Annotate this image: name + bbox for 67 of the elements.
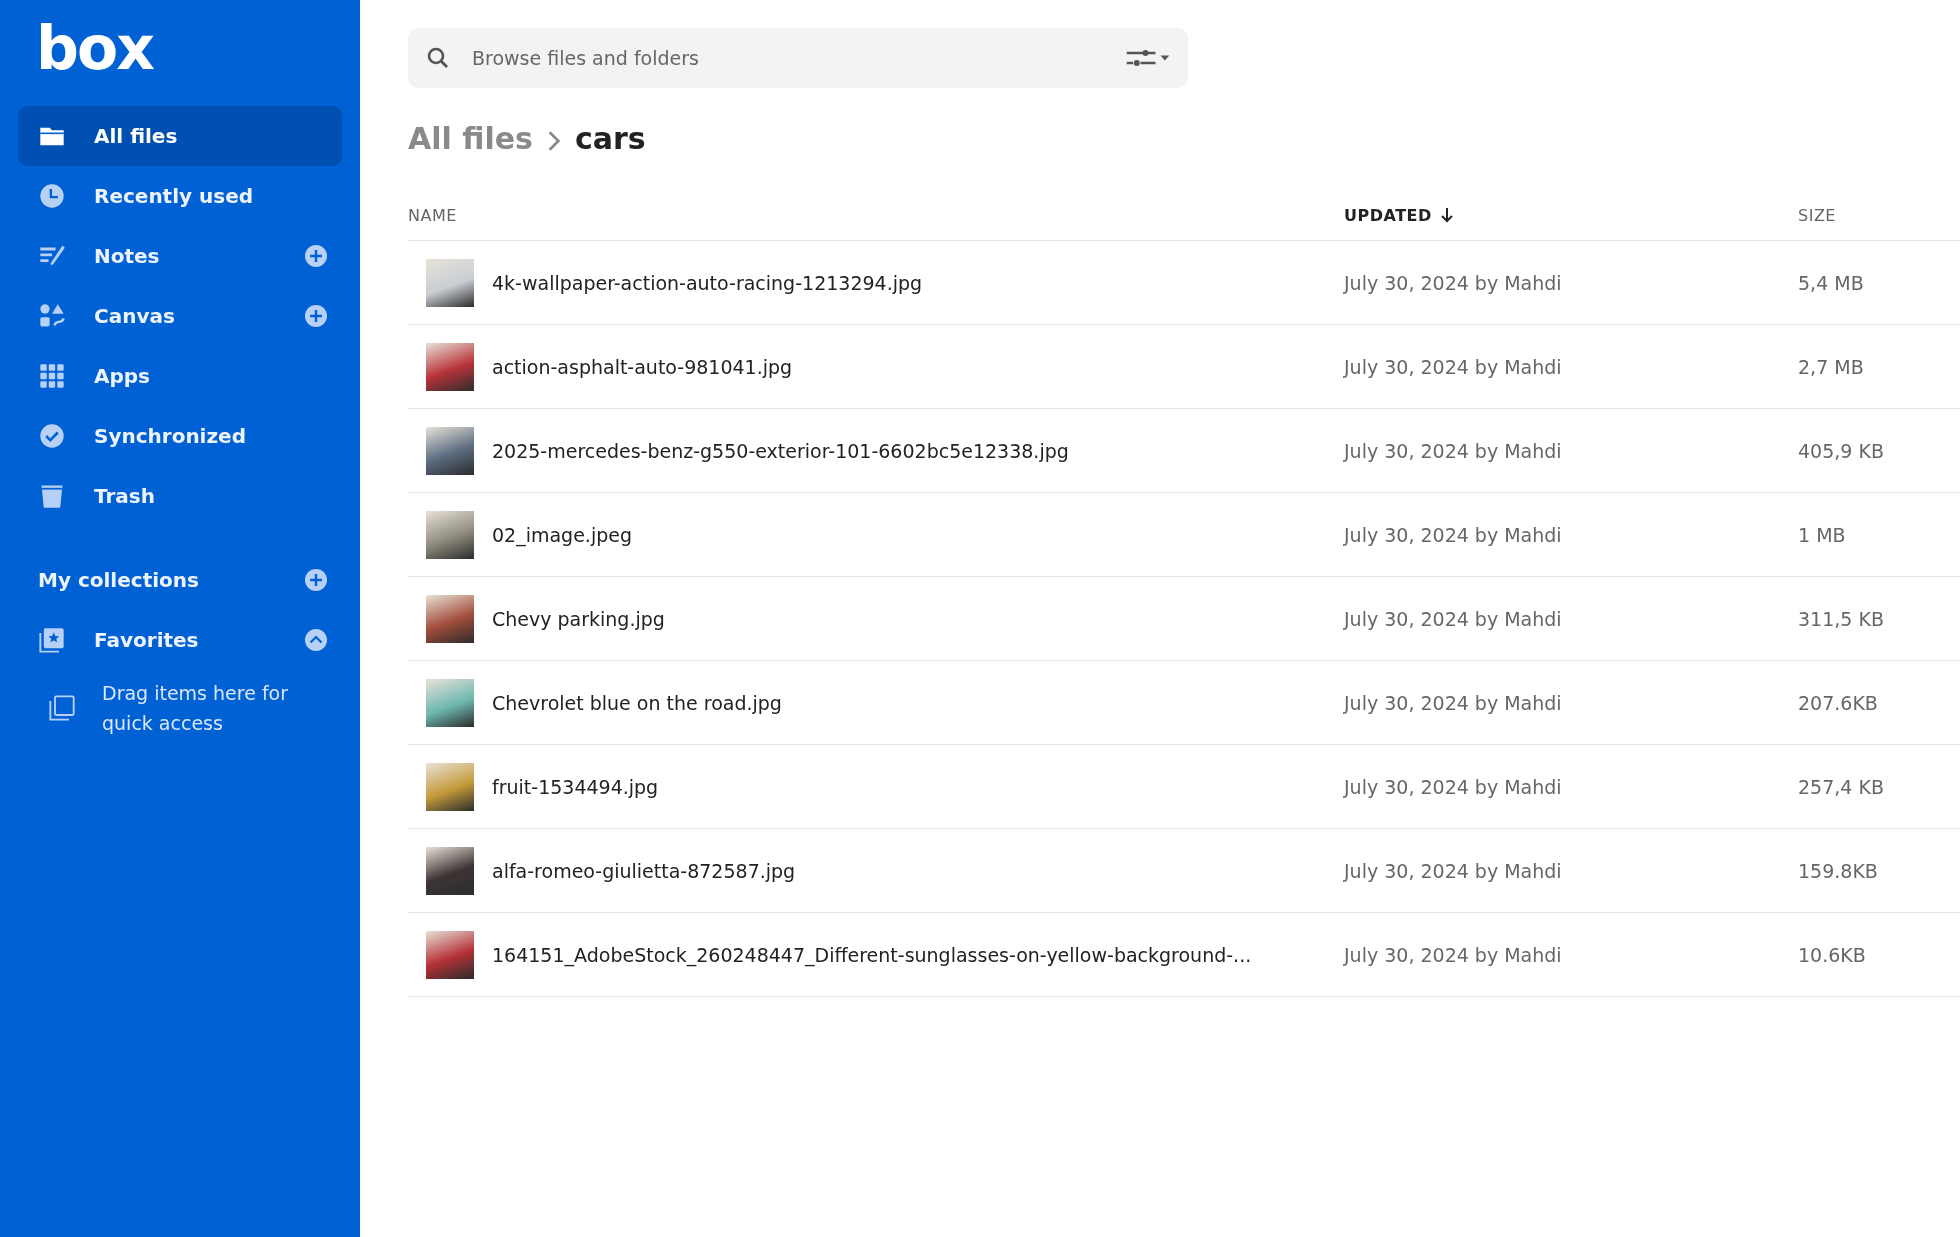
updated-cell: July 30, 2024 by Mahdi bbox=[1344, 859, 1562, 882]
file-name[interactable]: 164151_AdobeStock_260248447_Different-sunglasses-on-yellow-background-... bbox=[492, 943, 1252, 966]
file-name[interactable]: 2025-mercedes-benz-g550-exterior-101-6602bc5e12338.jpg bbox=[492, 439, 1069, 462]
add-icon[interactable] bbox=[304, 244, 328, 268]
size-cell: 159.8KB bbox=[1798, 859, 1878, 882]
add-icon[interactable] bbox=[304, 304, 328, 328]
size-cell: 2,7 MB bbox=[1798, 355, 1864, 378]
filter-icon[interactable] bbox=[1126, 48, 1170, 68]
column-header[interactable]: NAME bbox=[408, 205, 1344, 225]
chevron-right-icon bbox=[546, 130, 561, 152]
file-name[interactable]: action-asphalt-auto-981041.jpg bbox=[492, 355, 793, 378]
column-header[interactable]: SIZE bbox=[1798, 205, 1960, 225]
file-name[interactable]: alfa-romeo-giulietta-872587.jpg bbox=[492, 859, 796, 882]
shapes-icon bbox=[38, 302, 66, 330]
size-cell: 5,4 MB bbox=[1798, 271, 1864, 294]
search-bar[interactable]: Browse files and folders bbox=[408, 28, 1188, 88]
file-name[interactable]: 02_image.jpeg bbox=[492, 523, 632, 546]
file-name[interactable]: Chevrolet blue on the road.jpg bbox=[492, 691, 782, 714]
sidebar-item[interactable]: Canvas bbox=[18, 286, 342, 346]
sidebar-item[interactable]: Trash bbox=[18, 466, 342, 526]
updated-cell: July 30, 2024 by Mahdi bbox=[1344, 691, 1562, 714]
size-cell: 10.6KB bbox=[1798, 943, 1866, 966]
file-name[interactable]: 4k-wallpaper-action-auto-racing-1213294.jpg bbox=[492, 271, 923, 294]
sidebar-item[interactable]: Recently used bbox=[18, 166, 342, 226]
photo-placeholder bbox=[426, 678, 474, 727]
sidebar-item[interactable]: All files bbox=[18, 106, 342, 166]
star-card-icon bbox=[38, 626, 66, 654]
photo-placeholder bbox=[426, 510, 474, 559]
search-icon bbox=[426, 46, 450, 70]
sidebar-item[interactable]: Apps bbox=[18, 346, 342, 406]
updated-cell: July 30, 2024 by Mahdi bbox=[1344, 271, 1562, 294]
size-cell: 1 MB bbox=[1798, 523, 1846, 546]
photo-placeholder bbox=[426, 426, 474, 475]
arrow-down-icon bbox=[1439, 207, 1454, 223]
photo-placeholder bbox=[426, 846, 474, 895]
logo[interactable]: box bbox=[36, 18, 153, 78]
chevron-icon[interactable] bbox=[304, 628, 328, 652]
size-cell: 405,9 KB bbox=[1798, 439, 1884, 462]
photo-placeholder bbox=[426, 762, 474, 811]
photo-placeholder bbox=[426, 258, 474, 307]
column-header[interactable]: UPDATED bbox=[1344, 205, 1798, 225]
sidebar-item[interactable]: Notes bbox=[18, 226, 342, 286]
file-name[interactable]: fruit-1534494.jpg bbox=[492, 775, 659, 798]
updated-cell: July 30, 2024 by Mahdi bbox=[1344, 355, 1562, 378]
clock-icon bbox=[38, 182, 66, 210]
photo-placeholder bbox=[426, 594, 474, 643]
file-name[interactable]: Chevy parking.jpg bbox=[492, 607, 665, 630]
section-title: My collections bbox=[38, 568, 200, 592]
updated-cell: July 30, 2024 by Mahdi bbox=[1344, 943, 1562, 966]
copy-icon bbox=[48, 694, 76, 722]
sidebar-item[interactable]: Synchronized bbox=[18, 406, 342, 466]
sidebar-item[interactable]: Favorites bbox=[18, 610, 342, 670]
add-icon[interactable] bbox=[304, 568, 328, 592]
check-circle-icon bbox=[38, 422, 66, 450]
updated-cell: July 30, 2024 by Mahdi bbox=[1344, 523, 1562, 546]
size-cell: 207.6KB bbox=[1798, 691, 1878, 714]
photo-placeholder bbox=[426, 342, 474, 391]
updated-cell: July 30, 2024 by Mahdi bbox=[1344, 607, 1562, 630]
photo-placeholder bbox=[426, 930, 474, 979]
size-cell: 257,4 KB bbox=[1798, 775, 1884, 798]
grid-icon bbox=[38, 362, 66, 390]
updated-cell: July 30, 2024 by Mahdi bbox=[1344, 775, 1562, 798]
search-field[interactable]: Browse files and folders bbox=[470, 46, 1126, 70]
empty-hint: Drag items here for quick access bbox=[102, 681, 290, 736]
size-cell: 311,5 KB bbox=[1798, 607, 1884, 630]
updated-cell: July 30, 2024 by Mahdi bbox=[1344, 439, 1562, 462]
breadcrumb-item: cars bbox=[574, 120, 646, 156]
